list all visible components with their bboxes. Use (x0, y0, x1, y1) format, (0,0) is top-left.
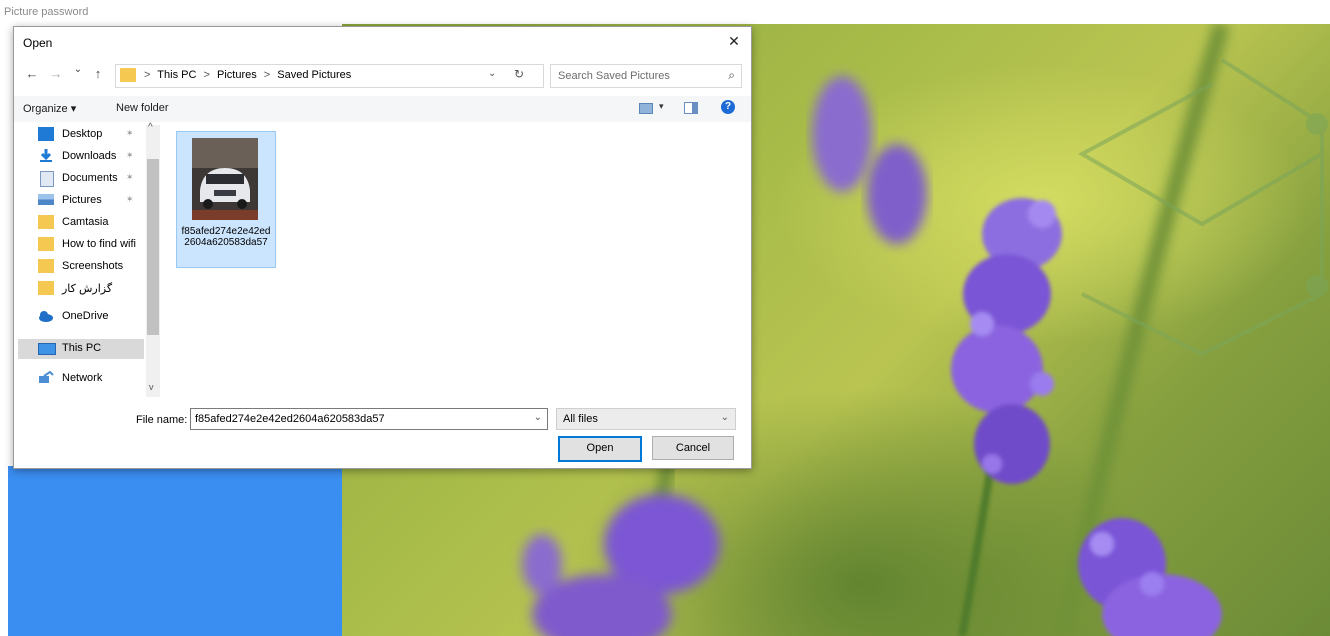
help-icon[interactable]: ? (721, 100, 735, 114)
nav-item-label: Camtasia (62, 216, 109, 228)
scrollbar-thumb[interactable] (147, 159, 159, 335)
recent-locations-icon[interactable]: ⌄ (70, 64, 86, 75)
pictures-icon (38, 194, 54, 205)
nav-item-label: Screenshots (62, 260, 124, 272)
folder-icon (38, 215, 54, 229)
file-list-area: f85afed274e2e42ed2604a620583da57 (160, 123, 750, 399)
car-photo-thumbnail (192, 138, 258, 220)
cancel-button[interactable]: Cancel (652, 436, 734, 460)
breadcrumb-saved-pictures[interactable]: Saved Pictures (277, 69, 351, 81)
open-file-dialog: Open ✕ ← → ⌄ ↑ > This PC > Pictures > Sa… (13, 26, 752, 469)
command-toolbar: Organize ▾ New folder ▾ ? (14, 96, 751, 122)
onedrive-icon (39, 311, 53, 322)
navigation-pane-scrollbar[interactable]: ^ v (146, 122, 160, 397)
documents-icon (40, 171, 54, 187)
breadcrumb-separator: > (203, 69, 210, 81)
desktop-icon (38, 127, 54, 141)
refresh-icon[interactable]: ↻ (514, 67, 524, 81)
nav-item-label: How to find wifi (62, 238, 136, 250)
this-pc-icon (38, 343, 56, 355)
breadcrumb-this-pc[interactable]: This PC (157, 69, 196, 81)
organize-button[interactable]: Organize ▾ (23, 102, 76, 115)
close-icon[interactable]: ✕ (721, 31, 747, 51)
nav-item-label: This PC (62, 342, 102, 354)
nav-item-label: Pictures (62, 194, 102, 206)
file-name-field-label: File name: (136, 414, 188, 426)
blue-background-panel (8, 466, 344, 636)
back-arrow-icon[interactable]: ← (24, 66, 40, 81)
nav-item-label: OneDrive (62, 310, 109, 322)
up-arrow-icon[interactable]: ↑ (90, 66, 106, 81)
forward-arrow-icon[interactable]: → (48, 66, 64, 81)
pin-icon: ✶ (126, 150, 134, 160)
network-icon (39, 371, 54, 383)
breadcrumb-separator: > (263, 69, 271, 81)
folder-icon (38, 237, 54, 251)
nav-item-label: گزارش کار (62, 283, 113, 295)
folder-icon (120, 68, 136, 82)
dialog-footer: File name: f85afed274e2e42ed2604a620583d… (14, 405, 751, 467)
search-input[interactable]: Search Saved Pictures ⌕ (550, 64, 742, 88)
address-bar[interactable]: > This PC > Pictures > Saved Pictures ⌄ … (115, 64, 544, 88)
chevron-down-icon[interactable]: ⌄ (721, 412, 729, 423)
folder-icon (38, 259, 54, 273)
new-folder-button[interactable]: New folder (116, 102, 169, 114)
nav-item-label: Desktop (62, 128, 103, 140)
breadcrumb: > This PC > Pictures > Saved Pictures (144, 69, 355, 81)
pin-icon: ✶ (126, 194, 134, 204)
nav-item-label: Documents (62, 172, 118, 184)
file-name-field[interactable]: f85afed274e2e42ed2604a620583da57 ⌄ (190, 408, 548, 430)
navigation-pane: Desktop ✶ Downloads ✶ Documents ✶ Pictur… (14, 123, 160, 399)
file-type-value: All files (563, 413, 598, 425)
change-view-icon[interactable] (639, 103, 653, 114)
search-icon[interactable]: ⌕ (728, 68, 735, 83)
folder-icon (38, 281, 54, 295)
address-dropdown-icon[interactable]: ⌄ (488, 68, 496, 79)
open-button[interactable]: Open (558, 436, 642, 462)
view-options-dropdown-icon[interactable]: ▾ (659, 101, 664, 112)
preview-pane-icon[interactable] (684, 102, 698, 114)
pin-icon: ✶ (126, 128, 134, 138)
scroll-down-icon[interactable]: v (149, 382, 154, 392)
search-placeholder: Search Saved Pictures (558, 70, 670, 82)
window-title: Picture password (4, 6, 89, 18)
scroll-up-icon[interactable]: ^ (148, 122, 153, 133)
pin-icon: ✶ (126, 172, 134, 182)
download-icon (40, 149, 52, 162)
nav-item-label: Network (62, 372, 103, 384)
file-item[interactable]: f85afed274e2e42ed2604a620583da57 (176, 131, 276, 268)
chevron-down-icon[interactable]: ⌄ (534, 412, 542, 423)
file-name-label: f85afed274e2e42ed2604a620583da57 (181, 226, 271, 248)
nav-item-label: Downloads (62, 150, 117, 162)
nav-item-this-pc[interactable]: This PC (18, 339, 144, 359)
navigation-bar: ← → ⌄ ↑ > This PC > Pictures > Saved Pic… (14, 60, 751, 90)
breadcrumb-separator: > (144, 69, 151, 81)
file-type-select[interactable]: All files ⌄ (556, 408, 736, 430)
file-name-value: f85afed274e2e42ed2604a620583da57 (195, 413, 385, 425)
breadcrumb-pictures[interactable]: Pictures (217, 69, 257, 81)
dialog-title: Open (23, 36, 53, 50)
